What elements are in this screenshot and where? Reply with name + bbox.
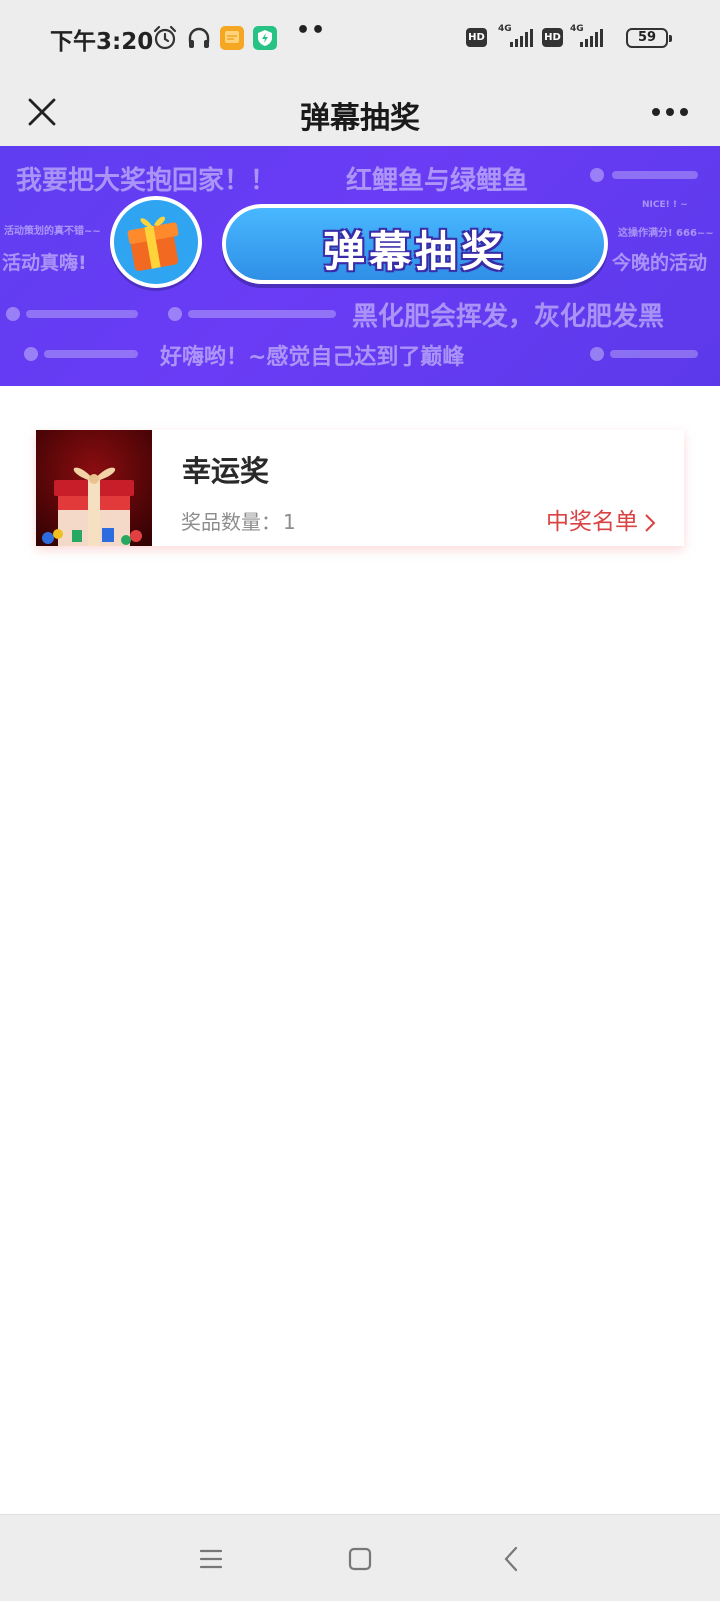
alarm-clock-icon [153, 25, 177, 50]
gift-box-icon [42, 467, 142, 546]
danmaku-text: 我要把大奖抱回家！！ [16, 166, 277, 196]
menu-icon[interactable] [193, 1541, 229, 1577]
chevron-right-icon [645, 513, 656, 532]
winners-list-link[interactable]: 中奖名单 [546, 502, 656, 536]
status-time: 下午3:20 [50, 29, 154, 55]
danmaku-text: 黑化肥会挥发，灰化肥发黑 [352, 302, 665, 332]
system-navigation-bar [0, 1514, 720, 1601]
more-dots-icon: •• [296, 18, 327, 43]
status-bar: 下午3:20 •• HD 4G HD 4G 59 [0, 0, 720, 78]
danmaku-text: 活动真嗨! [2, 252, 87, 274]
home-icon[interactable] [342, 1541, 378, 1577]
danmaku-text: 活动策划的真不错~~ [4, 226, 101, 237]
danmaku-text: 红鲤鱼与绿鲤鱼 [346, 166, 529, 196]
danmaku-text: 这操作满分! 666~~ [618, 228, 714, 239]
title-bar: 弹幕抽奖 [0, 78, 720, 146]
winners-list-label: 中奖名单 [546, 509, 638, 535]
prize-image [36, 430, 152, 546]
battery-icon: 59 [626, 28, 672, 48]
danmaku-line [188, 310, 336, 318]
banner-title: 弹幕抽奖 [322, 227, 507, 276]
more-icon[interactable] [646, 90, 694, 134]
notes-app-icon [220, 26, 244, 50]
prize-name: 幸运奖 [182, 454, 270, 488]
danmaku-text: 好嗨哟！~感觉自己达到了巅峰 [160, 345, 465, 370]
prize-quantity-value: 1 [283, 510, 296, 534]
prize-quantity: 奖品数量： 1 [181, 506, 296, 535]
danmaku-dot [168, 307, 182, 321]
headphones-icon [188, 27, 210, 48]
hd-icon: HD [542, 28, 563, 47]
danmaku-dot [24, 347, 38, 361]
back-icon[interactable] [494, 1541, 530, 1577]
danmaku-lottery-banner: 我要把大奖抱回家！！ 红鲤鱼与绿鲤鱼 活动策划的真不错~~ 活动真嗨! NICE… [0, 146, 720, 386]
danmaku-text: NICE! ! ~ [642, 200, 688, 210]
danmaku-line [612, 171, 698, 179]
danmaku-line [26, 310, 138, 318]
danmaku-dot [590, 168, 604, 182]
danmaku-line [610, 350, 698, 358]
hd-icon: HD [466, 28, 487, 47]
danmaku-text: 今晚的活动 [612, 252, 708, 274]
signal-icon [580, 29, 603, 47]
gift-box-icon [110, 196, 202, 288]
danmaku-line [44, 350, 138, 358]
signal-icon [510, 29, 533, 47]
prize-card[interactable]: 幸运奖 奖品数量： 1 中奖名单 [36, 430, 684, 546]
prize-quantity-label: 奖品数量： [181, 510, 281, 534]
danmaku-dot [590, 347, 604, 361]
danmaku-dot [6, 307, 20, 321]
page-title: 弹幕抽奖 [300, 101, 420, 136]
banner-title-pill: 弹幕抽奖 [222, 204, 608, 284]
security-app-icon [253, 26, 277, 50]
